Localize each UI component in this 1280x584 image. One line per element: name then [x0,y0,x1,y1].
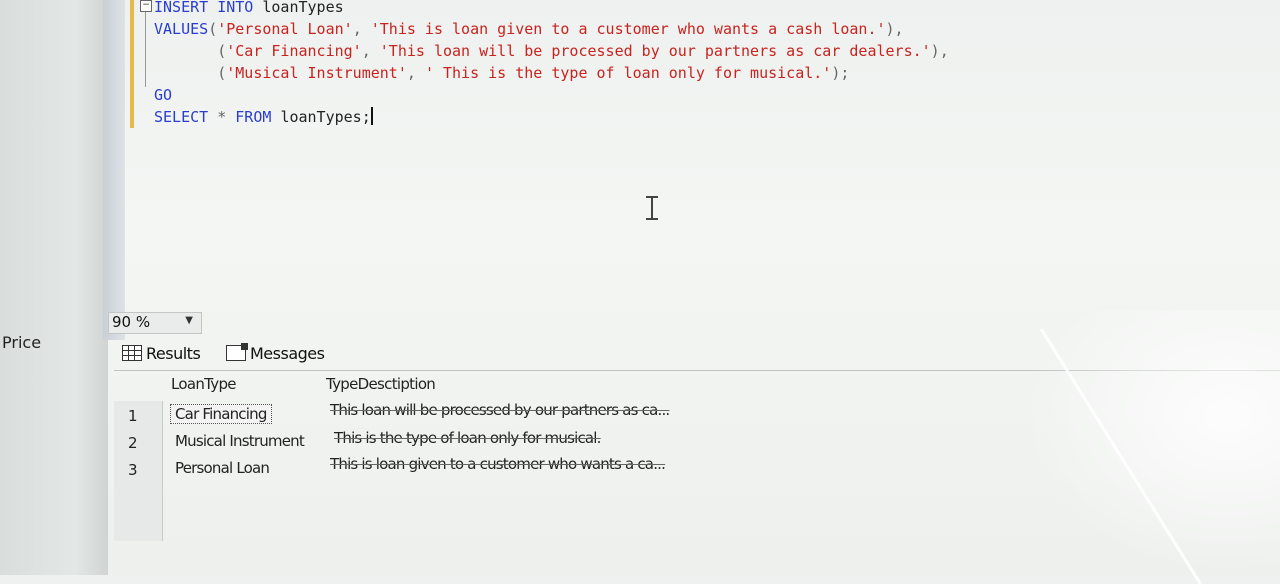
tab-messages[interactable]: Messages [226,343,325,363]
code-line[interactable]: SELECT * FROM loanTypes; [154,106,949,128]
sql-code[interactable]: INSERT INTO loanTypes VALUES('Personal Lo… [154,0,949,128]
table-cell[interactable]: Car Financing [170,404,272,424]
object-explorer-pane [0,0,125,575]
table-cell[interactable]: This is loan given to a customer who wan… [330,455,666,473]
chevron-down-icon[interactable]: ▼ [185,315,193,326]
outline-line [145,12,146,87]
messages-icon [226,343,248,361]
code-line[interactable]: VALUES('Personal Loan', 'This is loan gi… [154,18,949,40]
row-number[interactable]: 3 [128,461,138,479]
code-line[interactable]: ('Musical Instrument', ' This is the typ… [154,62,949,84]
price-label: Price [2,333,42,352]
query-editor[interactable]: − INSERT INTO loanTypes VALUES('Personal … [130,0,1280,305]
tab-messages-label: Messages [250,344,325,363]
results-grid[interactable]: 1 2 3 LoanType TypeDesctiption Car Finan… [114,370,1280,576]
tab-results-label: Results [146,344,201,363]
grid-icon [122,345,142,361]
code-line[interactable]: ('Car Financing', 'This loan will be pro… [154,40,949,62]
table-cell[interactable]: Personal Loan [175,459,270,477]
row-number[interactable]: 2 [128,434,138,452]
zoom-dropdown[interactable]: 90 % ▼ [108,312,202,334]
changed-lines-marker [130,0,134,128]
column-header-typedescription[interactable]: TypeDesctiption [326,375,436,393]
table-cell[interactable]: This loan will be processed by our partn… [330,401,670,419]
pane-edge [103,0,125,340]
zoom-value: 90 % [112,313,151,331]
table-cell[interactable]: This is the type of loan only for musica… [334,429,601,447]
column-header-loantype[interactable]: LoanType [171,375,237,393]
tab-results[interactable]: Results [122,344,201,363]
row-number-column: 1 2 3 [114,401,163,541]
code-line[interactable]: INSERT INTO loanTypes [154,0,949,18]
text-caret [370,107,373,125]
table-cell[interactable]: Musical Instrument [175,432,305,450]
collapse-toggle-icon[interactable]: − [140,0,152,12]
code-line[interactable]: GO [154,84,949,106]
text-cursor-icon [646,196,658,220]
results-pane: Results Messages 1 2 3 LoanType TypeDesc… [108,340,1280,575]
row-number[interactable]: 1 [128,407,138,425]
